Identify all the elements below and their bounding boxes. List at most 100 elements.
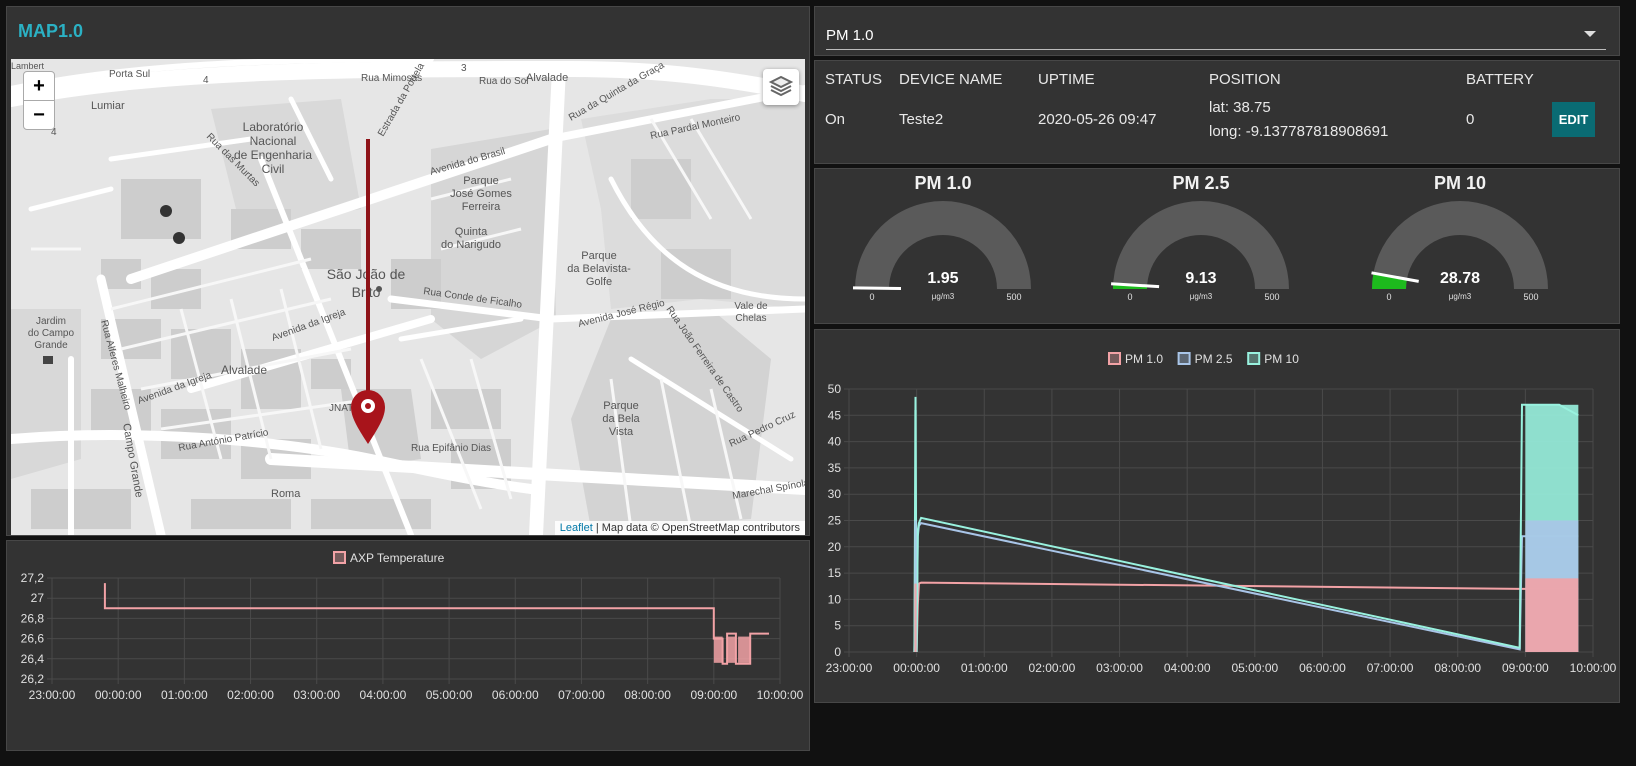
map-label: Nacional — [250, 134, 297, 148]
gauge-needle — [852, 286, 902, 290]
map-attribution: Leaflet | Map data © OpenStreetMap contr… — [554, 521, 805, 535]
series-line-3 — [913, 396, 1579, 653]
map-title: MAP1.0 — [18, 21, 84, 41]
map-label: Alvalade — [526, 72, 568, 84]
series-band — [738, 636, 751, 663]
y-tick-label: 15 — [828, 566, 842, 580]
y-tick-label: 26,6 — [21, 632, 45, 646]
attribution-text: | Map data © OpenStreetMap contributors — [595, 522, 800, 534]
x-tick-label: 04:00:00 — [1164, 661, 1211, 675]
map-label: da Belavista- — [567, 263, 631, 275]
map-label: Civil — [262, 162, 285, 176]
legend-label: PM 1.0 — [1125, 352, 1163, 366]
x-tick-label: 08:00:00 — [624, 688, 671, 702]
legend-label: AXP Temperature — [350, 551, 445, 565]
temperature-chart-panel: 26,2 26,4 26,6 26,8 27 27,2 23:00:00 00:00:00 01… — [6, 540, 810, 751]
y-tick-label: 27 — [31, 591, 45, 605]
gauge-title: PM 1.0 — [914, 173, 971, 193]
zoom-out-button[interactable]: − — [23, 100, 55, 130]
layers-button[interactable] — [763, 69, 799, 105]
x-tick-label: 10:00:00 — [757, 688, 804, 702]
map-label: Alvalade — [221, 363, 267, 377]
x-tick-label: 00:00:00 — [95, 688, 142, 702]
y-tick-label: 0 — [834, 645, 841, 659]
pm1-band — [1525, 578, 1579, 652]
gauge-max-label: 500 — [1006, 292, 1021, 302]
map-label: Laboratório — [243, 120, 304, 134]
y-tick-label: 26,2 — [21, 672, 45, 686]
map-label: 3 — [461, 63, 467, 74]
x-tick-label: 02:00:00 — [227, 688, 274, 702]
legend-swatch — [333, 551, 346, 564]
header-position: POSITION — [1209, 71, 1281, 88]
gauge-max-label: 500 — [1523, 292, 1538, 302]
map-label: do Narigudo — [441, 239, 501, 251]
y-tick-label: 30 — [828, 487, 842, 501]
map-label: Parque — [603, 400, 638, 412]
map-label: Grande — [34, 340, 68, 351]
header-uptime: UPTIME — [1038, 71, 1095, 88]
series-line-1 — [103, 583, 769, 665]
legend-swatch — [1108, 352, 1121, 365]
map-label: Lambert — [11, 61, 45, 71]
y-tick-label: 50 — [828, 382, 842, 396]
map-label: Ferreira — [462, 201, 501, 213]
map-label: Parque — [463, 175, 498, 187]
sensor-dropdown-value: PM 1.0 — [826, 27, 874, 44]
cell-latitude: lat: 38.75 — [1209, 99, 1271, 116]
x-tick-label: 07:00:00 — [558, 688, 605, 702]
pm1-band — [914, 583, 917, 652]
map-label: Vista — [609, 426, 634, 438]
x-tick-label: 23:00:00 — [29, 688, 76, 702]
x-tick-label: 10:00:00 — [1570, 661, 1617, 675]
map-label: Lumiar — [91, 100, 125, 112]
gauge-unit: μg/m3 — [1449, 292, 1472, 301]
x-tick-label: 05:00:00 — [426, 688, 473, 702]
map-label: José Gomes — [450, 188, 512, 200]
gauge-unit: μg/m3 — [1190, 292, 1213, 301]
gauge-value: 9.13 — [1185, 270, 1216, 287]
x-tick-label: 04:00:00 — [360, 688, 407, 702]
device-table: STATUS DEVICE NAME UPTIME POSITION BATTE… — [814, 60, 1620, 164]
gauge-max-label: 500 — [1264, 292, 1279, 302]
legend-label: PM 2.5 — [1195, 352, 1233, 366]
sensor-dropdown[interactable]: PM 1.0 — [826, 13, 1606, 50]
gauge-min-label: 0 — [1386, 292, 1391, 302]
layers-icon — [768, 75, 794, 97]
x-tick-label: 23:00:00 — [826, 661, 873, 675]
legend-label: PM 10 — [1264, 352, 1299, 366]
gauge-min-label: 0 — [869, 292, 874, 302]
legend-swatch — [1177, 352, 1191, 365]
y-tick-label: 27,2 — [21, 571, 45, 585]
y-tick-label: 26,4 — [21, 652, 45, 666]
map-label: Jardim — [36, 316, 66, 327]
edit-button[interactable]: EDIT — [1552, 102, 1595, 137]
map-view[interactable]: Porta Sul Rua Mimosas Rua do Sol Alvalad… — [11, 59, 805, 535]
x-tick-label: 03:00:00 — [1096, 661, 1143, 675]
map-label: Rua do Sol — [479, 76, 528, 87]
map-label: de Engenharia — [234, 148, 312, 162]
map-panel: MAP1.0 Porta Sul Rua Mimosas Rua do Sol … — [6, 6, 810, 536]
gauge-unit: μg/m3 — [932, 292, 955, 301]
legend-swatch — [1247, 352, 1261, 365]
sensor-select-panel: PM 1.0 — [814, 6, 1620, 56]
y-tick-label: 40 — [828, 435, 842, 449]
x-tick-label: 01:00:00 — [961, 661, 1008, 675]
leaflet-link[interactable]: Leaflet — [560, 522, 593, 534]
map-tiles: Porta Sul Rua Mimosas Rua do Sol Alvalad… — [11, 59, 805, 535]
map-label: Chelas — [735, 313, 766, 324]
x-tick-label: 03:00:00 — [293, 688, 340, 702]
x-tick-label: 02:00:00 — [1029, 661, 1076, 675]
map-label: Roma — [271, 488, 301, 500]
cell-longitude: long: -9.137787818908691 — [1209, 123, 1389, 140]
x-tick-label: 09:00:00 — [1502, 661, 1549, 675]
header-device-name: DEVICE NAME — [899, 71, 1003, 88]
map-label: Porta Sul — [109, 69, 150, 80]
x-tick-label: 07:00:00 — [1367, 661, 1414, 675]
cell-uptime: 2020-05-26 09:47 — [1038, 111, 1157, 128]
zoom-in-button[interactable]: + — [23, 71, 55, 101]
chevron-down-icon[interactable] — [1584, 31, 1596, 37]
y-tick-label: 35 — [828, 461, 842, 475]
x-tick-label: 06:00:00 — [1299, 661, 1346, 675]
map-label: do Campo — [28, 328, 75, 339]
